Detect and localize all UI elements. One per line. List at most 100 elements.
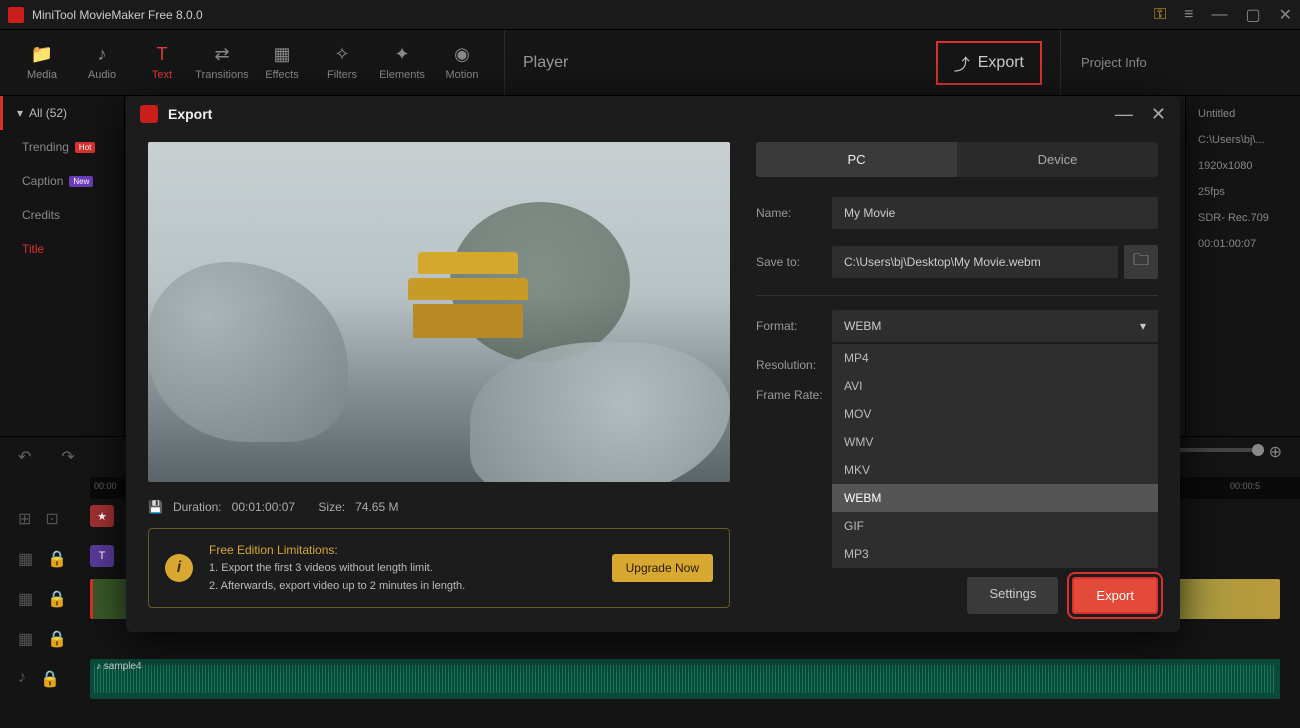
- audio-clip-label: ♪ sample4: [96, 661, 142, 672]
- filters-icon: ✧: [334, 44, 349, 65]
- title-bar: MiniTool MovieMaker Free 8.0.0 ⚿ ≡ — ▢ ✕: [0, 0, 1300, 30]
- text-fx-badge[interactable]: T: [90, 545, 114, 567]
- format-select[interactable]: WEBM ▾: [832, 310, 1158, 342]
- effects-button[interactable]: ▦Effects: [252, 38, 312, 87]
- limitations-line-2: 2. Afterwards, export video up to 2 minu…: [209, 578, 596, 596]
- format-option-gif[interactable]: GIF: [832, 512, 1158, 540]
- sidebar-all[interactable]: ▾All (52): [0, 96, 124, 130]
- name-label: Name:: [756, 206, 832, 220]
- project-info-panel: Untitled C:\Users\bj\... 1920x1080 25fps…: [1185, 96, 1300, 436]
- film-icon[interactable]: ▦: [18, 589, 33, 609]
- folder-icon: 📁: [31, 44, 53, 65]
- save-icon: 💾: [148, 500, 163, 514]
- audio-track[interactable]: ♪ 🔒 ♪ sample4: [0, 659, 1300, 699]
- minimize-dialog-icon[interactable]: —: [1115, 104, 1133, 125]
- transitions-button[interactable]: ⇄Transitions: [192, 38, 252, 87]
- text-icon: T: [157, 44, 168, 65]
- elements-button[interactable]: ✦Elements: [372, 38, 432, 87]
- export-top-label: Export: [978, 54, 1024, 72]
- project-name: Untitled: [1198, 108, 1288, 120]
- zoom-in-icon[interactable]: ⊕: [1269, 442, 1282, 462]
- size-label: Size:: [318, 500, 345, 514]
- resolution-label: Resolution:: [756, 358, 832, 372]
- project-info-label[interactable]: Project Info: [1060, 30, 1300, 95]
- format-option-webm[interactable]: WEBM: [832, 484, 1158, 512]
- app-title: MiniTool MovieMaker Free 8.0.0: [32, 8, 1154, 22]
- export-top-button[interactable]: ⤴ Export: [936, 41, 1042, 85]
- close-dialog-icon[interactable]: ✕: [1151, 104, 1166, 125]
- text-button[interactable]: TText: [132, 38, 192, 87]
- zoom-slider[interactable]: [1170, 448, 1260, 452]
- tab-pc[interactable]: PC: [756, 142, 957, 177]
- save-to-input[interactable]: C:\Users\bj\Desktop\My Movie.webm: [832, 246, 1118, 278]
- format-option-mov[interactable]: MOV: [832, 400, 1158, 428]
- free-edition-limitations: i Free Edition Limitations: 1. Export th…: [148, 528, 730, 608]
- limitations-title: Free Edition Limitations:: [209, 541, 596, 560]
- sidebar-item-trending[interactable]: TrendingHot: [0, 130, 124, 164]
- link-icon[interactable]: ⊡: [45, 509, 58, 529]
- format-option-mkv[interactable]: MKV: [832, 456, 1158, 484]
- project-sdr: SDR- Rec.709: [1198, 212, 1288, 224]
- motion-button[interactable]: ◉Motion: [432, 38, 492, 87]
- main-toolbar: 📁Media ♪Audio TText ⇄Transitions ▦Effect…: [0, 30, 1300, 96]
- effects-icon: ▦: [273, 44, 290, 65]
- sidebar-item-title[interactable]: Title: [0, 232, 124, 266]
- player-label: Player: [523, 54, 568, 72]
- info-icon: i: [165, 554, 193, 582]
- upgrade-now-button[interactable]: Upgrade Now: [612, 554, 713, 582]
- close-icon[interactable]: ✕: [1279, 5, 1292, 25]
- format-option-wmv[interactable]: WMV: [832, 428, 1158, 456]
- export-button[interactable]: Export: [1072, 577, 1158, 614]
- film-icon[interactable]: ▦: [18, 629, 33, 649]
- upload-icon: ⤴: [954, 51, 970, 75]
- redo-icon[interactable]: ↷: [61, 447, 74, 467]
- filters-button[interactable]: ✧Filters: [312, 38, 372, 87]
- audio-button[interactable]: ♪Audio: [72, 38, 132, 87]
- undo-icon[interactable]: ↶: [18, 447, 31, 467]
- lock-icon[interactable]: 🔒: [47, 629, 67, 649]
- sidebar-item-caption[interactable]: CaptionNew: [0, 164, 124, 198]
- format-option-mp4[interactable]: MP4: [832, 344, 1158, 372]
- name-input[interactable]: My Movie: [832, 197, 1158, 229]
- folder-icon: 🗀: [1133, 249, 1149, 276]
- limitations-line-1: 1. Export the first 3 videos without len…: [209, 560, 596, 578]
- app-icon: [140, 105, 158, 123]
- tab-device[interactable]: Device: [957, 142, 1158, 177]
- project-fps: 25fps: [1198, 186, 1288, 198]
- key-icon[interactable]: ⚿: [1154, 6, 1166, 24]
- dialog-title: Export: [168, 106, 1097, 122]
- format-option-avi[interactable]: AVI: [832, 372, 1158, 400]
- project-path: C:\Users\bj\...: [1198, 134, 1288, 146]
- fx-badge[interactable]: ★: [90, 505, 114, 527]
- minimize-icon[interactable]: —: [1211, 6, 1227, 24]
- export-tabs: PC Device: [756, 142, 1158, 177]
- note-icon[interactable]: ♪: [18, 669, 26, 689]
- add-track-icon[interactable]: ⊞: [18, 509, 31, 529]
- duration-value: 00:01:00:07: [232, 500, 295, 514]
- media-button[interactable]: 📁Media: [12, 38, 72, 87]
- motion-icon: ◉: [454, 44, 470, 65]
- ruler-tick: 00:00:5: [1230, 481, 1260, 491]
- duration-label: Duration:: [173, 500, 222, 514]
- menu-icon[interactable]: ≡: [1184, 6, 1193, 24]
- settings-button[interactable]: Settings: [967, 577, 1058, 614]
- size-value: 74.65 M: [355, 500, 398, 514]
- browse-button[interactable]: 🗀: [1124, 245, 1158, 279]
- note-icon: ♪: [98, 44, 107, 65]
- maximize-icon[interactable]: ▢: [1245, 5, 1260, 25]
- film-icon[interactable]: ▦: [18, 549, 33, 569]
- format-option-mp3[interactable]: MP3: [832, 540, 1158, 568]
- project-duration: 00:01:00:07: [1198, 238, 1288, 250]
- lock-icon[interactable]: 🔒: [47, 589, 67, 609]
- app-icon: [8, 7, 24, 23]
- ruler-tick: 00:00: [94, 481, 117, 491]
- format-label: Format:: [756, 319, 832, 333]
- chevron-down-icon: ▾: [17, 106, 23, 120]
- elements-icon: ✦: [394, 44, 409, 65]
- sidebar-item-credits[interactable]: Credits: [0, 198, 124, 232]
- framerate-label: Frame Rate:: [756, 388, 832, 402]
- export-dialog: Export — ✕ 💾 Duration: 00:01:00:07 Size:…: [126, 96, 1180, 632]
- lock-icon[interactable]: 🔒: [47, 549, 67, 569]
- lock-icon[interactable]: 🔒: [40, 669, 60, 689]
- format-value: WEBM: [844, 319, 881, 333]
